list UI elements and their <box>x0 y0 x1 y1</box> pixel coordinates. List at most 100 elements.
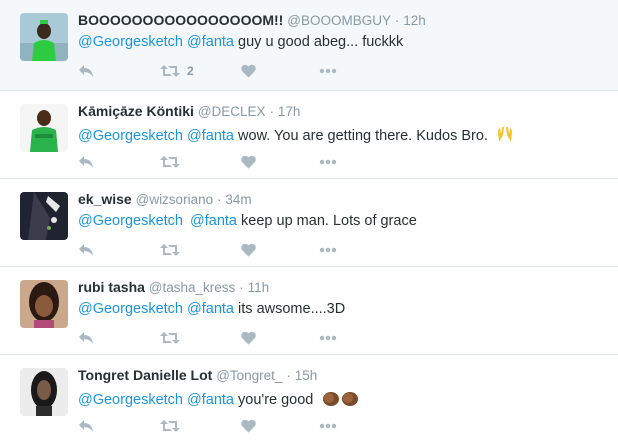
more-dots-icon <box>319 423 337 429</box>
tweet-header: ek_wise @wizsoriano · 34m <box>78 191 252 207</box>
avatar[interactable] <box>20 280 68 328</box>
retweet-button[interactable] <box>160 417 180 435</box>
tweet-item[interactable]: ek_wise @wizsoriano · 34m @Georgesketch … <box>0 179 618 267</box>
reply-icon <box>79 65 93 77</box>
like-button[interactable] <box>241 417 256 435</box>
retweet-button[interactable] <box>160 329 180 347</box>
tweet-header: BOOOOOOOOOOOOOOOOM!! @BOOOMBGUY · 12h <box>78 12 426 28</box>
tweet-body: guy u good abeg... fuckkk <box>238 34 404 50</box>
mention-link[interactable]: @Georgesketch <box>78 213 183 229</box>
reply-button[interactable] <box>78 153 94 171</box>
reply-icon <box>79 420 93 432</box>
more-options-button[interactable] <box>319 241 337 259</box>
user-handle[interactable]: @DECLEX <box>198 104 266 119</box>
tweet-body: you're good <box>238 392 314 408</box>
tweet-item[interactable]: Kāmiçāze Köntiki @DECLEX · 17h @Georgesk… <box>0 91 618 179</box>
like-heart-icon <box>241 155 256 169</box>
mention-link[interactable]: @fanta <box>190 213 237 229</box>
retweet-icon <box>160 156 180 168</box>
tweet-actions <box>78 153 378 173</box>
timestamp[interactable]: 11h <box>248 280 270 295</box>
like-heart-icon <box>241 64 256 78</box>
like-heart-icon <box>241 331 256 345</box>
avatar[interactable] <box>20 13 68 61</box>
more-dots-icon <box>319 68 337 74</box>
reply-button[interactable] <box>78 417 94 435</box>
like-button[interactable] <box>241 241 256 259</box>
display-name[interactable]: BOOOOOOOOOOOOOOOOM!! <box>78 12 283 28</box>
display-name[interactable]: ek_wise <box>78 191 132 207</box>
tweet-body: its awsome....3D <box>238 301 346 317</box>
retweet-count: 2 <box>187 64 194 78</box>
more-dots-icon <box>319 335 337 341</box>
more-options-button[interactable] <box>319 153 337 171</box>
timestamp[interactable]: 17h <box>278 104 301 119</box>
mention-link[interactable]: @fanta <box>187 392 234 408</box>
more-dots-icon <box>319 247 337 253</box>
mention-link[interactable]: @fanta <box>187 301 234 317</box>
tweet-header: Tongret Danielle Lot @Tongret_ · 15h <box>78 367 317 383</box>
timestamp[interactable]: 12h <box>403 13 426 28</box>
mention-link[interactable]: @Georgesketch <box>78 392 183 408</box>
mention-link[interactable]: @Georgesketch <box>78 301 183 317</box>
avatar[interactable] <box>20 368 68 416</box>
display-name[interactable]: rubi tasha <box>78 279 145 295</box>
reply-icon <box>79 156 93 168</box>
tweet-body: wow. You are getting there. Kudos Bro. <box>238 128 488 144</box>
retweet-icon <box>160 420 180 432</box>
tweet-item[interactable]: Tongret Danielle Lot @Tongret_ · 15h @Ge… <box>0 355 618 443</box>
tweet-header: rubi tasha @tasha_kress · 11h <box>78 279 269 295</box>
tweet-item[interactable]: rubi tasha @tasha_kress · 11h @Georgeske… <box>0 267 618 355</box>
retweet-icon <box>160 332 180 344</box>
separator-dot: · <box>216 192 222 207</box>
timestamp[interactable]: 15h <box>295 368 318 383</box>
more-options-button[interactable] <box>319 417 337 435</box>
reply-timeline: BOOOOOOOOOOOOOOOOM!! @BOOOMBGUY · 12h @G… <box>0 0 618 443</box>
retweet-icon <box>160 65 180 77</box>
more-options-button[interactable] <box>319 329 337 347</box>
clapping-hands-emoji <box>321 389 361 411</box>
tweet-text: @Georgesketch @fanta you're good <box>78 389 361 411</box>
reply-button[interactable] <box>78 62 94 80</box>
user-handle[interactable]: @BOOOMBGUY <box>287 13 391 28</box>
display-name[interactable]: Kāmiçāze Köntiki <box>78 103 194 119</box>
reply-button[interactable] <box>78 329 94 347</box>
tweet-text: @Georgesketch @fanta guy u good abeg... … <box>78 34 403 50</box>
tweet-body: keep up man. Lots of grace <box>241 213 417 229</box>
tweet-text: @Georgesketch @fanta wow. You are gettin… <box>78 125 514 147</box>
retweet-button[interactable] <box>160 241 180 259</box>
more-options-button[interactable] <box>319 62 337 80</box>
tweet-header: Kāmiçāze Köntiki @DECLEX · 17h <box>78 103 300 119</box>
reply-icon <box>79 332 93 344</box>
avatar[interactable] <box>20 104 68 152</box>
mention-link[interactable]: @fanta <box>187 128 234 144</box>
like-button[interactable] <box>241 329 256 347</box>
retweet-button[interactable] <box>160 153 180 171</box>
user-handle[interactable]: @tasha_kress <box>149 280 236 295</box>
reply-icon <box>79 244 93 256</box>
mention-link[interactable]: @Georgesketch <box>78 128 183 144</box>
user-handle[interactable]: @Tongret_ <box>216 368 282 383</box>
tweet-actions <box>78 417 378 437</box>
retweet-icon <box>160 244 180 256</box>
avatar[interactable] <box>20 192 68 240</box>
like-heart-icon <box>241 419 256 433</box>
user-handle[interactable]: @wizsoriano <box>136 192 213 207</box>
tweet-actions <box>78 241 378 261</box>
like-button[interactable] <box>241 62 256 80</box>
like-heart-icon <box>241 243 256 257</box>
timestamp[interactable]: 34m <box>225 192 251 207</box>
more-dots-icon <box>319 159 337 165</box>
display-name[interactable]: Tongret Danielle Lot <box>78 367 212 383</box>
tweet-text: @Georgesketch @fanta its awsome....3D <box>78 301 345 317</box>
mention-link[interactable]: @Georgesketch <box>78 34 183 50</box>
separator-dot: · <box>239 280 244 295</box>
tweet-item[interactable]: BOOOOOOOOOOOOOOOOM!! @BOOOMBGUY · 12h @G… <box>0 0 618 91</box>
mention-link[interactable]: @fanta <box>187 34 234 50</box>
retweet-button[interactable]: 2 <box>160 62 194 80</box>
separator-dot: · <box>394 13 400 28</box>
like-button[interactable] <box>241 153 256 171</box>
tweet-actions: 2 <box>78 62 378 82</box>
reply-button[interactable] <box>78 241 94 259</box>
raised-hands-emoji <box>496 125 514 147</box>
